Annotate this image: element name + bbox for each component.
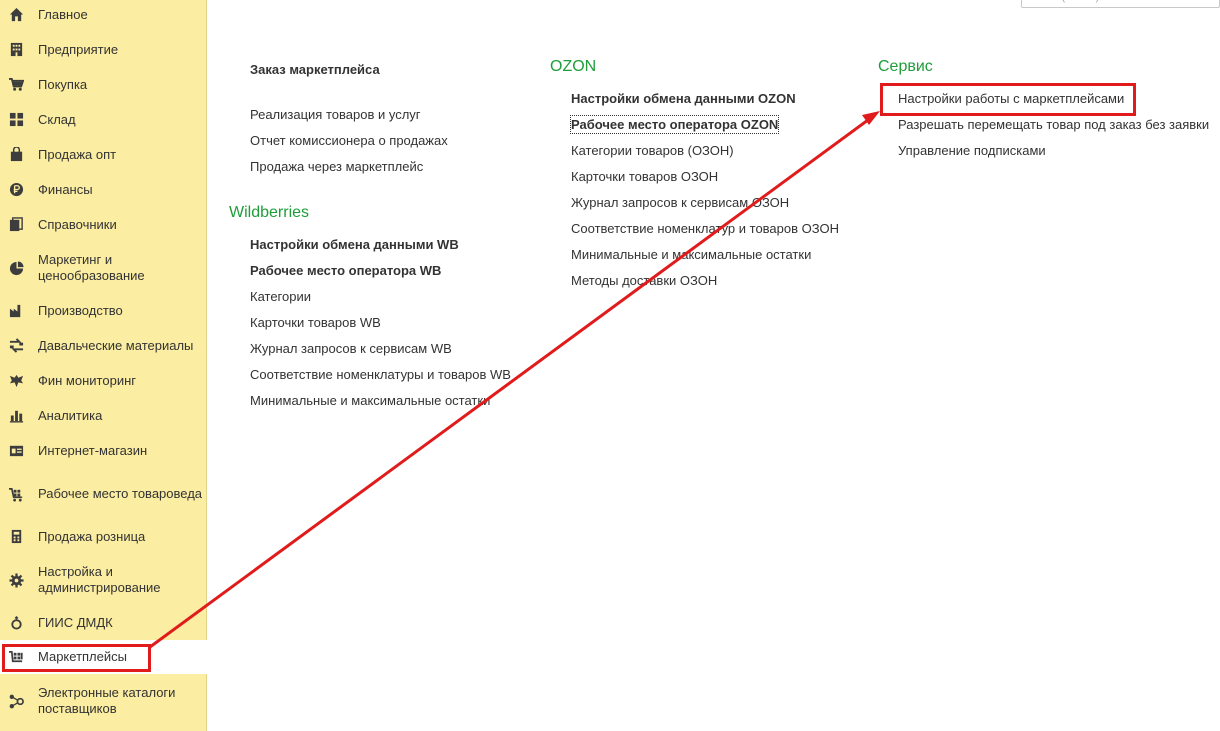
bag-icon [8, 147, 24, 163]
books-icon [8, 217, 24, 233]
link-wb-min-max-stock[interactable]: Минимальные и максимальные остатки [250, 392, 490, 409]
section-title-ozon: OZON [550, 58, 597, 75]
link-ozon-min-max-stock[interactable]: Минимальные и максимальные остатки [571, 246, 811, 263]
factory-icon [8, 303, 24, 319]
sidebar-item-fin-monitoring[interactable]: Фин мониторинг [0, 372, 207, 389]
link-ozon-operator-workplace[interactable]: Рабочее место оператора OZON [569, 115, 780, 134]
sidebar-item-marketing[interactable]: Маркетинг и ценообразование [0, 251, 207, 285]
cash-register-icon [8, 529, 24, 545]
ring-icon [8, 615, 24, 631]
link-wb-operator-workplace[interactable]: Рабочее место оператора WB [250, 262, 441, 279]
sidebar-item-purchase[interactable]: Покупка [0, 76, 207, 93]
sidebar-item-label: Интернет-магазин [38, 442, 148, 458]
search-input[interactable]: Поиск (Ctrl+F) [1021, 0, 1220, 8]
link-ozon-categories[interactable]: Категории товаров (ОЗОН) [571, 142, 734, 159]
sidebar-item-online-store[interactable]: Интернет-магазин [0, 442, 207, 459]
link-subscription-management[interactable]: Управление подписками [898, 142, 1046, 159]
sidebar-item-label: Финансы [38, 181, 93, 197]
link-commission-report[interactable]: Отчет комиссионера о продажах [250, 132, 448, 149]
link-sales-goods-services[interactable]: Реализация товаров и услуг [250, 106, 421, 123]
sidebar-item-merchandiser-workplace[interactable]: Рабочее место товароведа [0, 477, 207, 511]
sidebar-item-label: Настройка и администрирование [38, 564, 161, 595]
sidebar-item-settings-admin[interactable]: Настройка и администрирование [0, 563, 207, 597]
sidebar-item-label: Производство [38, 302, 123, 318]
link-marketplace-sales[interactable]: Продажа через маркетплейс [250, 158, 423, 175]
sidebar-item-main[interactable]: Главное [0, 6, 207, 23]
sidebar: Главное Предприятие Покупка Склад Продаж… [0, 0, 207, 731]
section-title-wildberries: Wildberries [229, 204, 310, 221]
pie-chart-icon [8, 260, 24, 276]
sidebar-item-retail[interactable]: Продажа розница [0, 528, 207, 545]
sidebar-item-label: Давальческие материалы [38, 337, 194, 353]
sidebar-item-label: Справочники [38, 216, 117, 232]
link-wb-categories[interactable]: Категории [250, 288, 311, 305]
link-ozon-exchange-settings[interactable]: Настройки обмена данными OZON [571, 90, 796, 107]
sidebar-item-giis-dmdk[interactable]: ГИИС ДМДК [0, 614, 207, 631]
sidebar-item-analytics[interactable]: Аналитика [0, 407, 207, 424]
cart-grid-icon [8, 486, 24, 502]
link-wb-exchange-settings[interactable]: Настройки обмена данными WB [250, 236, 459, 253]
sidebar-item-label: ГИИС ДМДК [38, 614, 113, 630]
sidebar-item-warehouse[interactable]: Склад [0, 111, 207, 128]
link-ozon-delivery-methods[interactable]: Методы доставки ОЗОН [571, 272, 717, 289]
sidebar-item-label: Фин мониторинг [38, 372, 136, 388]
link-marketplace-settings[interactable]: Настройки работы с маркетплейсами [898, 90, 1124, 107]
sidebar-item-label: Рабочее место товароведа [38, 486, 203, 501]
sidebar-item-marketplaces[interactable]: Маркетплейсы [0, 640, 207, 674]
sidebar-item-enterprise[interactable]: Предприятие [0, 41, 207, 58]
link-wb-nomenclature-matching[interactable]: Соответствие номенклатуры и товаров WB [250, 366, 511, 383]
ruble-coin-icon [8, 182, 24, 198]
exchange-icon [8, 338, 24, 354]
link-wb-request-log[interactable]: Журнал запросов к сервисам WB [250, 340, 452, 357]
section-title-service: Сервис [878, 58, 933, 75]
sidebar-item-wholesale[interactable]: Продажа опт [0, 146, 207, 163]
sidebar-item-finance[interactable]: Финансы [0, 181, 207, 198]
building-icon [8, 42, 24, 58]
sidebar-item-tolling[interactable]: Давальческие материалы [0, 337, 207, 354]
id-card-icon [8, 443, 24, 459]
link-marketplace-order[interactable]: Заказ маркетплейса [250, 61, 380, 78]
eagle-emblem-icon [8, 373, 24, 389]
gear-icon [8, 572, 24, 588]
grid-icon [8, 112, 24, 128]
sidebar-item-label: Продажа опт [38, 146, 117, 162]
sidebar-item-label: Аналитика [38, 407, 103, 423]
sidebar-item-references[interactable]: Справочники [0, 216, 207, 233]
sidebar-item-label: Маркетплейсы [38, 649, 127, 664]
marketplace-icon [8, 649, 24, 665]
sidebar-item-label: Продажа розница [38, 528, 146, 544]
link-ozon-nomenclature-matching[interactable]: Соответствие номенклатур и товаров ОЗОН [571, 220, 839, 237]
link-wb-product-cards[interactable]: Карточки товаров WB [250, 314, 381, 331]
bar-chart-icon [8, 408, 24, 424]
sidebar-item-label: Покупка [38, 76, 88, 92]
link-ozon-request-log[interactable]: Журнал запросов к сервисам ОЗОН [571, 194, 789, 211]
sidebar-item-supplier-catalogs[interactable]: Электронные каталоги поставщиков [0, 684, 207, 718]
cart-icon [8, 77, 24, 93]
sidebar-item-label: Главное [38, 6, 88, 22]
sidebar-item-label: Склад [38, 111, 76, 127]
link-ozon-product-cards[interactable]: Карточки товаров ОЗОН [571, 168, 718, 185]
sidebar-item-label: Предприятие [38, 41, 119, 57]
sidebar-item-label: Электронные каталоги поставщиков [38, 685, 176, 716]
sidebar-item-production[interactable]: Производство [0, 302, 207, 319]
network-icon [8, 693, 24, 709]
home-icon [8, 7, 24, 23]
link-allow-transfer-without-request[interactable]: Разрешать перемещать товар под заказ без… [898, 116, 1209, 133]
sidebar-item-label: Маркетинг и ценообразование [38, 252, 145, 283]
